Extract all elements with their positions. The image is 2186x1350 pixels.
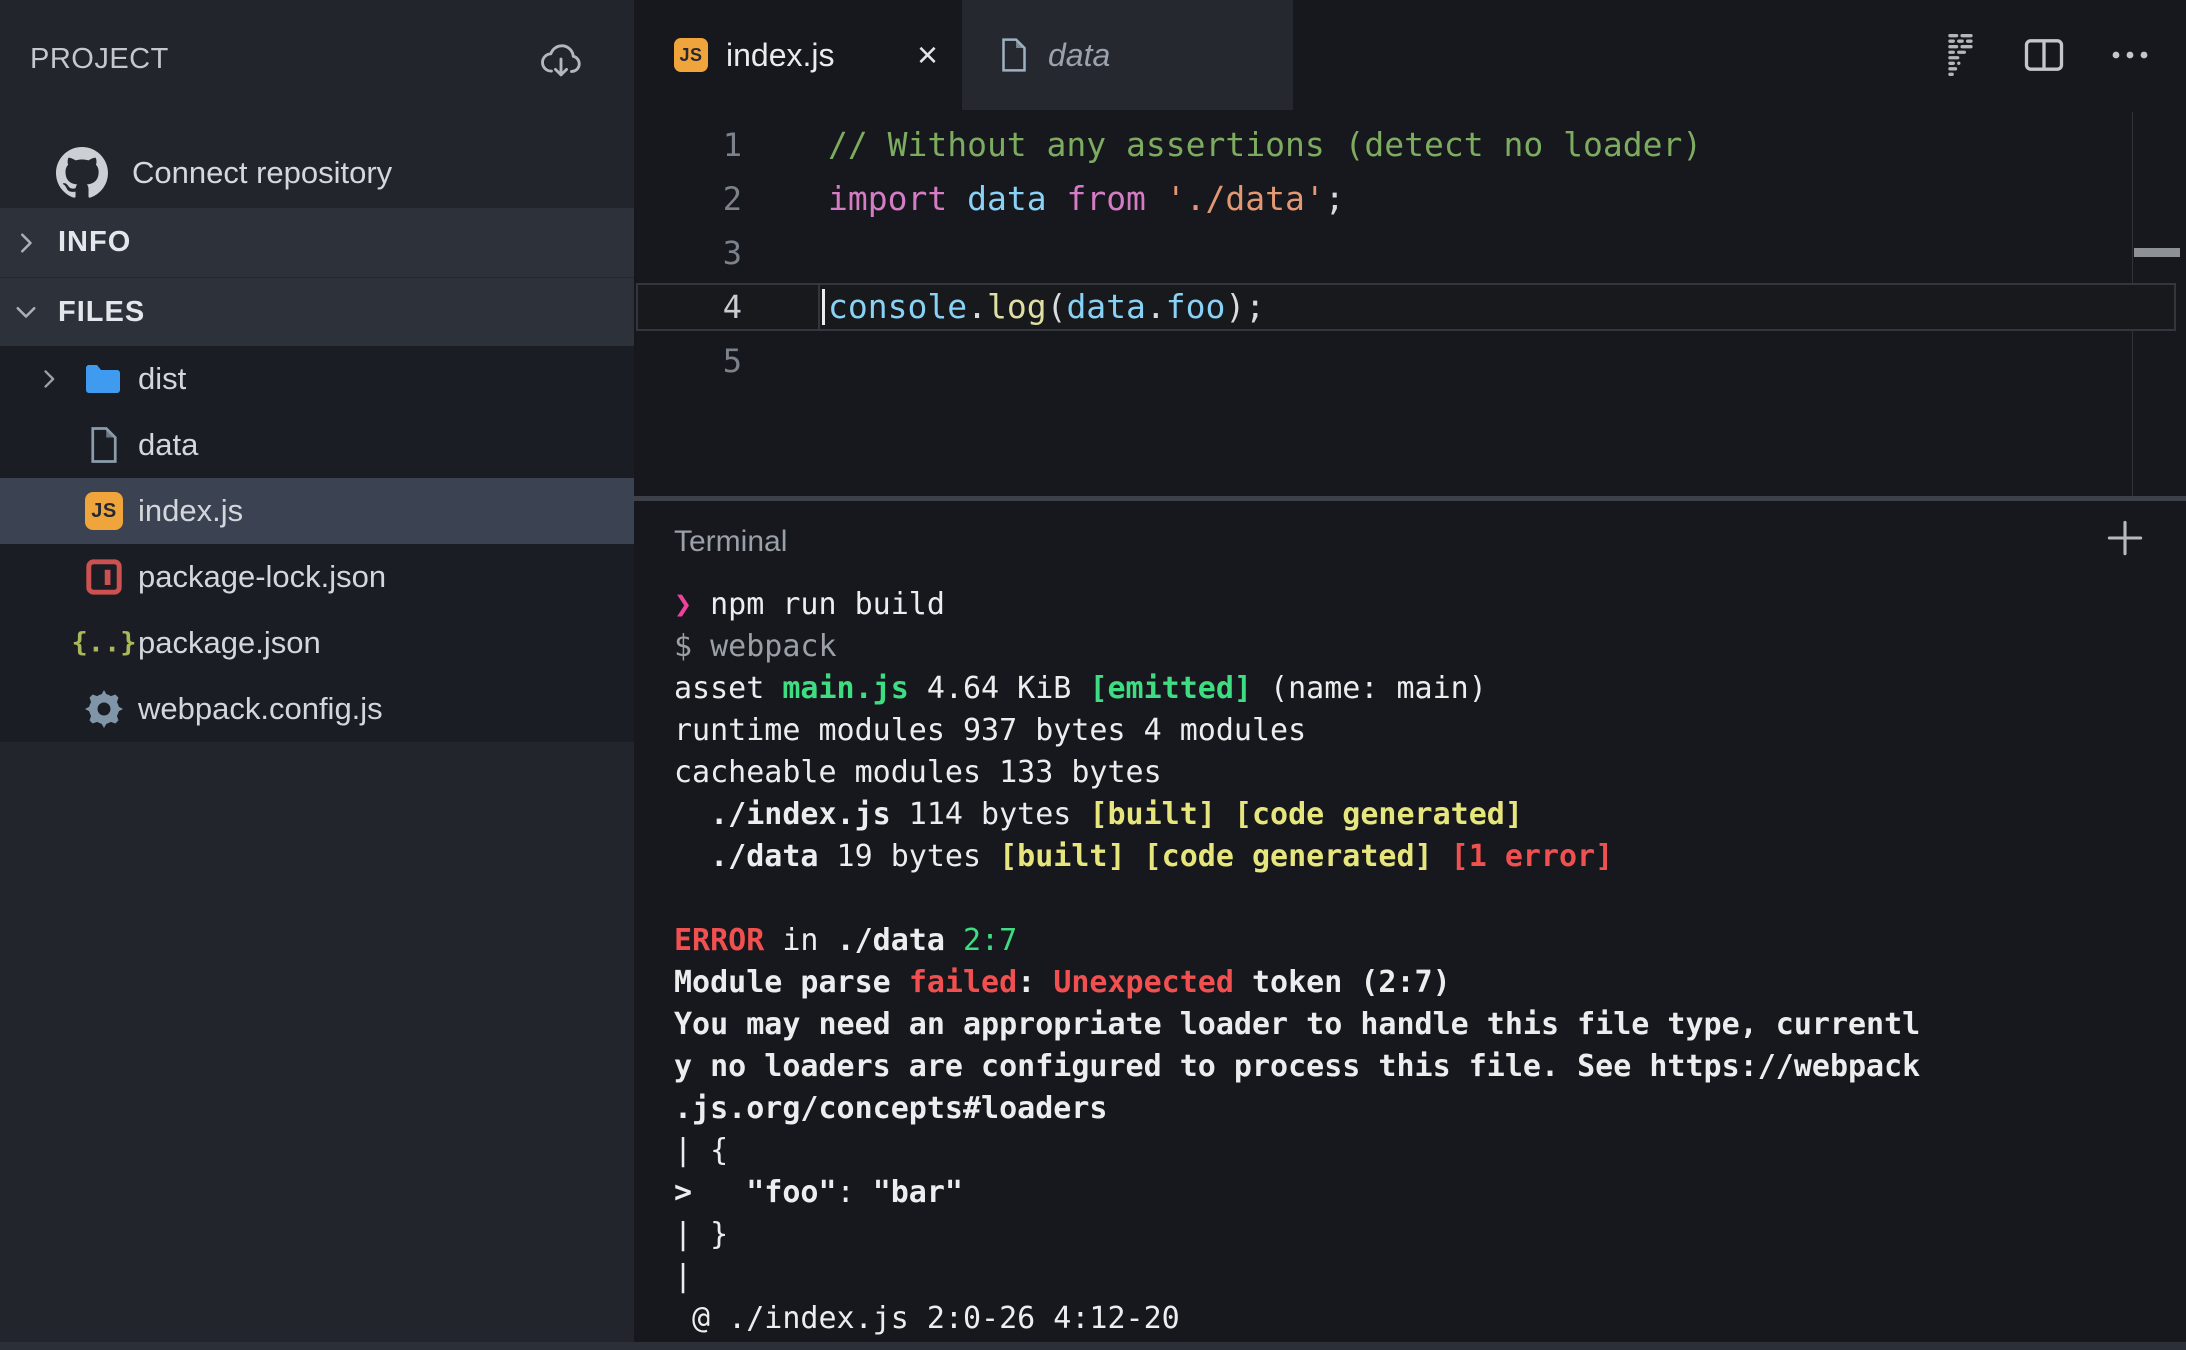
- editor-scrollbar-thumb[interactable]: [2134, 248, 2180, 257]
- editor-line-2[interactable]: 2 import data from './data';: [634, 172, 2186, 226]
- tab-label: data: [1048, 37, 1110, 74]
- terminal-title: Terminal: [674, 525, 787, 559]
- chevron-down-icon: [14, 300, 38, 324]
- terminal-line-13: .js.org/concepts#loaders: [674, 1088, 2170, 1130]
- file-icon: [82, 426, 126, 464]
- editor-line-5[interactable]: 5: [634, 334, 2186, 388]
- terminal-line-1: ❯ npm run build: [674, 584, 2170, 626]
- file-label: data: [138, 427, 198, 463]
- line-number: 2: [634, 172, 742, 226]
- file-label: webpack.config.js: [138, 691, 383, 727]
- terminal-line-15: > "foo": "bar": [674, 1172, 2170, 1214]
- editor-line-1[interactable]: 1 // Without any assertions (detect no lo…: [634, 118, 2186, 172]
- terminal-panel: Terminal ❯ npm run build$ webpackasset m…: [634, 501, 2186, 1350]
- connect-repository-label: Connect repository: [132, 155, 392, 191]
- js-icon: JS: [82, 492, 126, 530]
- line-number: 3: [634, 226, 742, 280]
- file-row-package-lock-json[interactable]: package-lock.json: [0, 544, 634, 610]
- project-title: PROJECT: [30, 28, 169, 90]
- code-text: console.log(data.foo);: [828, 280, 1265, 334]
- js-icon: JS: [674, 38, 708, 72]
- chevron-right-icon: [14, 231, 38, 255]
- terminal-line-12: y no loaders are configured to process t…: [674, 1046, 2170, 1088]
- github-icon: [56, 147, 108, 199]
- terminal-output[interactable]: ❯ npm run build$ webpackasset main.js 4.…: [674, 584, 2170, 1340]
- more-icon[interactable]: [2110, 49, 2150, 61]
- terminal-line-6: ./index.js 114 bytes [built] [code gener…: [674, 794, 2170, 836]
- file-label: index.js: [138, 493, 243, 529]
- sidebar: PROJECT Connect repository INFO: [0, 0, 634, 1350]
- split-editor-icon[interactable]: [2024, 38, 2064, 72]
- editor-line-3[interactable]: 3: [634, 226, 2186, 280]
- gear-icon: [82, 690, 126, 728]
- file-tree: dist data JS index.js package-lock.json {..} p…: [0, 346, 634, 742]
- prettier-icon[interactable]: [1944, 34, 1978, 76]
- code-text: import data from './data';: [828, 172, 1345, 226]
- sidebar-section-files[interactable]: FILES: [0, 277, 634, 346]
- cloud-download-icon[interactable]: [536, 34, 586, 84]
- tab-bar: JS index.js × data: [634, 0, 2186, 110]
- terminal-line-11: You may need an appropriate loader to ha…: [674, 1004, 2170, 1046]
- file-row-data[interactable]: data: [0, 412, 634, 478]
- section-files-label: FILES: [58, 296, 145, 329]
- terminal-line-4: runtime modules 937 bytes 4 modules: [674, 710, 2170, 752]
- terminal-line-5: cacheable modules 133 bytes: [674, 752, 2170, 794]
- folder-icon: [82, 363, 126, 395]
- file-row-package-json[interactable]: {..} package.json: [0, 610, 634, 676]
- file-label: dist: [138, 361, 186, 397]
- npm-icon: [82, 558, 126, 596]
- terminal-line-14: | {: [674, 1130, 2170, 1172]
- file-row-dist[interactable]: dist: [0, 346, 634, 412]
- file-row-index-js[interactable]: JS index.js: [0, 478, 634, 544]
- editor-lines: 1 // Without any assertions (detect no lo…: [634, 118, 2186, 388]
- code-editor[interactable]: 1 // Without any assertions (detect no lo…: [634, 110, 2186, 496]
- line-number: 4: [634, 280, 742, 334]
- tab-data[interactable]: data: [962, 0, 1293, 110]
- file-label: package-lock.json: [138, 559, 386, 595]
- app-root: PROJECT Connect repository INFO: [0, 0, 2186, 1350]
- tab-label: index.js: [726, 37, 835, 74]
- file-icon: [1000, 37, 1028, 73]
- terminal-line-3: asset main.js 4.64 KiB [emitted] (name: …: [674, 668, 2170, 710]
- sidebar-sections: INFO FILES: [0, 208, 634, 346]
- line-number: 5: [634, 334, 742, 388]
- chevron-right-icon[interactable]: [38, 368, 64, 390]
- terminal-line-8: [674, 878, 2170, 920]
- terminal-line-7: ./data 19 bytes [built] [code generated]…: [674, 836, 2170, 878]
- sidebar-section-info[interactable]: INFO: [0, 208, 634, 277]
- connect-repository-button[interactable]: Connect repository: [56, 144, 392, 202]
- gutter-separator: [818, 283, 820, 331]
- tab-index-js[interactable]: JS index.js ×: [634, 0, 962, 110]
- section-info-label: INFO: [58, 226, 131, 259]
- main-panel: JS index.js × data: [634, 0, 2186, 1350]
- editor-line-4[interactable]: 4 console.log(data.foo);: [634, 280, 2186, 334]
- code-text: // Without any assertions (detect no loa…: [828, 118, 1702, 172]
- new-terminal-icon[interactable]: [2100, 513, 2150, 563]
- terminal-line-10: Module parse failed: Unexpected token (2…: [674, 962, 2170, 1004]
- file-row-webpack-config-js[interactable]: webpack.config.js: [0, 676, 634, 742]
- terminal-line-2: $ webpack: [674, 626, 2170, 668]
- bottom-strip: [0, 1342, 2186, 1350]
- project-header: PROJECT: [0, 28, 634, 90]
- terminal-line-16: | }: [674, 1214, 2170, 1256]
- file-label: package.json: [138, 625, 321, 661]
- braces-icon: {..}: [82, 628, 126, 659]
- line-number: 1: [634, 118, 742, 172]
- terminal-line-18: @ ./index.js 2:0-26 4:12-20: [674, 1298, 2170, 1340]
- tab-actions: [1944, 0, 2150, 110]
- text-cursor: [822, 289, 825, 325]
- terminal-line-9: ERROR in ./data 2:7: [674, 920, 2170, 962]
- terminal-line-17: |: [674, 1256, 2170, 1298]
- close-icon[interactable]: ×: [917, 37, 938, 73]
